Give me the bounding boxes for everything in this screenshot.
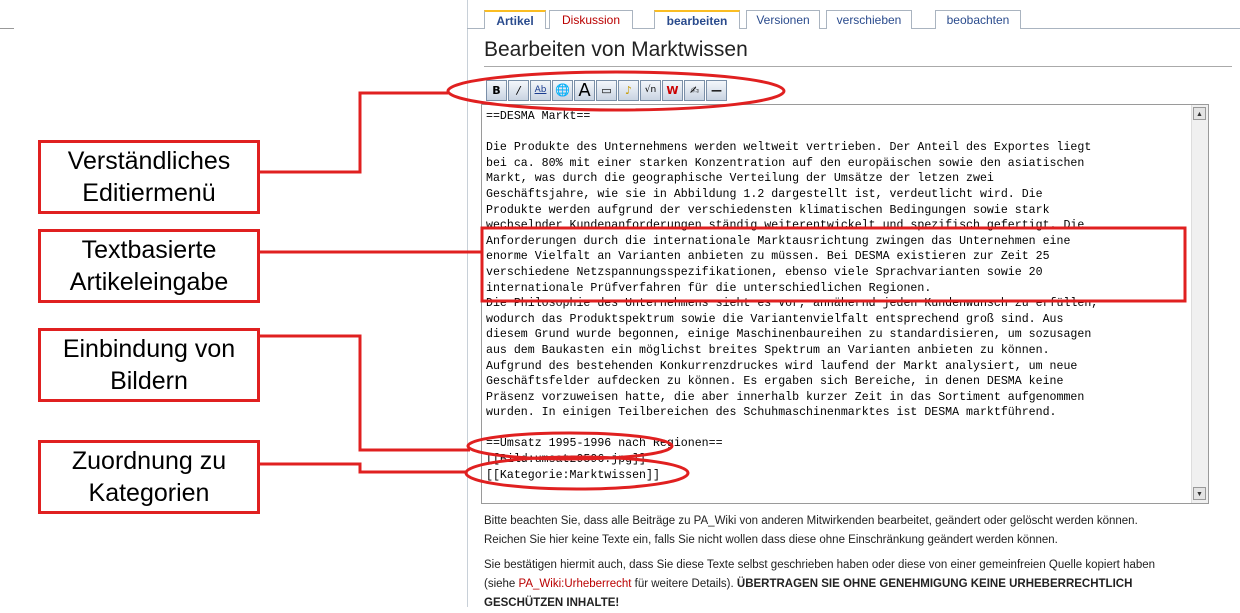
callout-edit-menu-line2: Editiermenü — [82, 179, 216, 207]
toolbar-highlight-ellipse — [446, 70, 786, 112]
connector-line-menu — [260, 91, 448, 174]
connector-line-image — [260, 334, 470, 452]
category-highlight-ellipse — [464, 455, 690, 491]
callout-text-input-line2: Artikeleingabe — [69, 268, 229, 296]
callout-images-line1: Einbindung von — [62, 335, 236, 363]
image-highlight-ellipse — [466, 431, 674, 461]
callout-text-input-line1: Textbasierte — [81, 236, 217, 264]
callout-text-input: Textbasierte Artikeleingabe — [38, 229, 260, 303]
callout-images-line2: Bildern — [110, 367, 188, 395]
callout-categories-line2: Kategorien — [88, 479, 210, 507]
connector-line-category — [260, 462, 466, 474]
callout-images: Einbindung von Bildern — [38, 328, 260, 402]
callout-edit-menu-line1: Verständliches — [67, 147, 231, 175]
textarea-highlight-rect — [480, 226, 1187, 303]
callout-edit-menu: Verständliches Editiermenü — [38, 140, 260, 214]
callout-categories-line1: Zuordnung zu — [71, 447, 227, 475]
annotation-overlay — [260, 70, 1187, 491]
callout-categories: Zuordnung zu Kategorien — [38, 440, 260, 514]
